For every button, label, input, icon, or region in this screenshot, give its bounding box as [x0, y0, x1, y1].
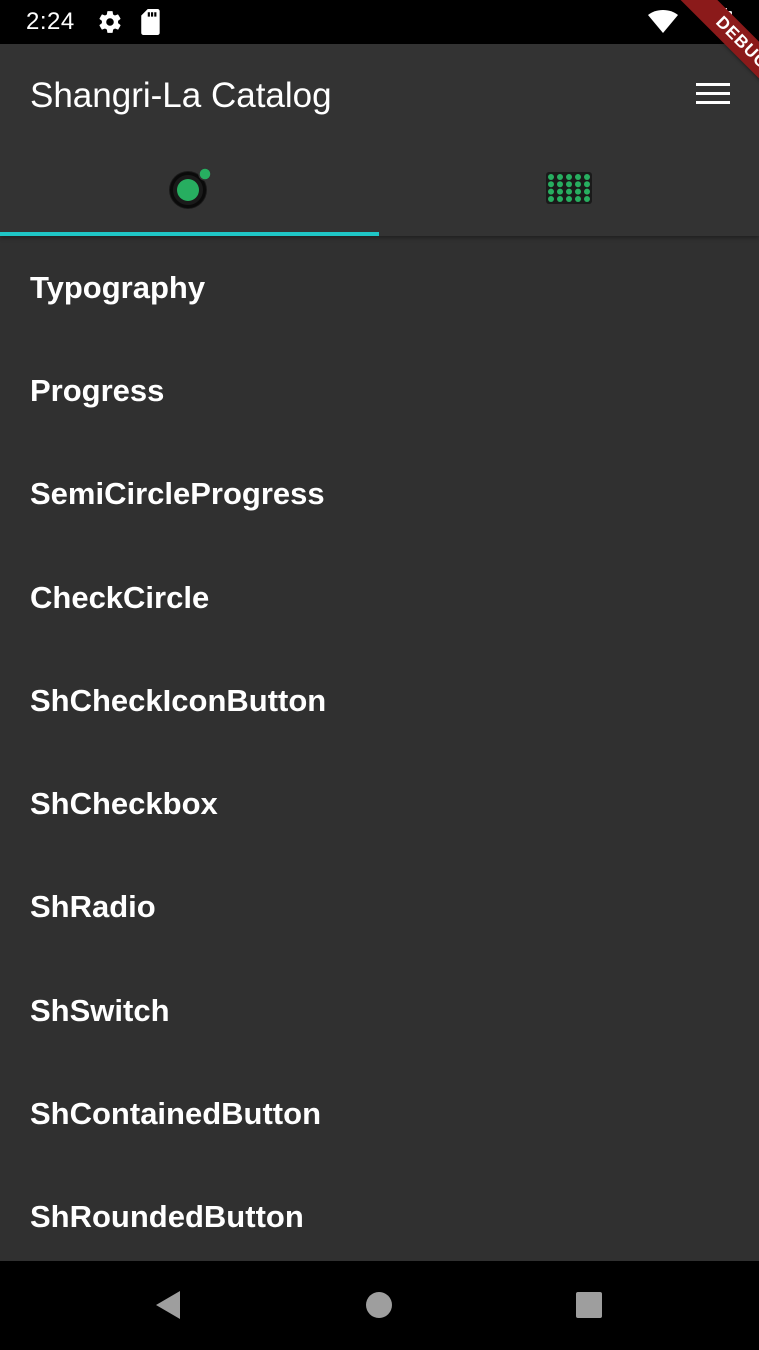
- list-item[interactable]: ShContainedButton: [0, 1062, 759, 1165]
- tab-grid[interactable]: [379, 144, 758, 236]
- home-button[interactable]: [357, 1285, 401, 1329]
- list-item[interactable]: SemiCircleProgress: [0, 443, 759, 546]
- recents-button[interactable]: [567, 1285, 611, 1329]
- list-item[interactable]: Progress: [0, 339, 759, 442]
- list-item[interactable]: ShRoundedButton: [0, 1166, 759, 1261]
- back-icon: [154, 1289, 182, 1326]
- back-button[interactable]: [146, 1285, 190, 1329]
- wifi-icon: [648, 10, 678, 39]
- list-item-label: CheckCircle: [30, 579, 210, 615]
- gear-icon: [97, 9, 123, 40]
- list-item-label: ShSwitch: [30, 992, 170, 1028]
- page-title: Shangri-La Catalog: [30, 76, 332, 115]
- list-item-label: Progress: [30, 372, 165, 408]
- list-item[interactable]: ShSwitch: [0, 959, 759, 1062]
- list-item-label: ShRadio: [30, 889, 156, 925]
- list-item-label: ShRoundedButton: [30, 1199, 304, 1235]
- list-item-label: Typography: [30, 269, 206, 305]
- sd-card-icon: [140, 9, 162, 40]
- battery-icon: [716, 8, 732, 41]
- grid-dots-icon: [545, 171, 592, 209]
- list-item[interactable]: Typography: [0, 236, 759, 339]
- system-nav-bar: [0, 1261, 759, 1350]
- tab-components[interactable]: [0, 144, 379, 236]
- list-item-label: SemiCircleProgress: [30, 476, 325, 512]
- status-bar: 2:24: [0, 0, 759, 44]
- app-bar: Shangri-La Catalog: [0, 44, 759, 236]
- list-item-label: ShContainedButton: [30, 1096, 322, 1132]
- recents-icon: [575, 1291, 603, 1324]
- hamburger-menu-icon: [696, 81, 732, 112]
- radio-dot-icon: [166, 164, 214, 217]
- status-time: 2:24: [26, 8, 75, 35]
- list-item-label: ShCheckbox: [30, 786, 218, 822]
- list-item[interactable]: CheckCircle: [0, 546, 759, 649]
- component-list: Typography Progress SemiCircleProgress C…: [0, 236, 759, 1261]
- home-icon: [365, 1291, 393, 1324]
- list-item[interactable]: ShCheckbox: [0, 752, 759, 855]
- list-item[interactable]: ShCheckIconButton: [0, 649, 759, 752]
- list-item-label: ShCheckIconButton: [30, 682, 327, 718]
- menu-button[interactable]: [690, 74, 738, 118]
- list-item[interactable]: ShRadio: [0, 856, 759, 959]
